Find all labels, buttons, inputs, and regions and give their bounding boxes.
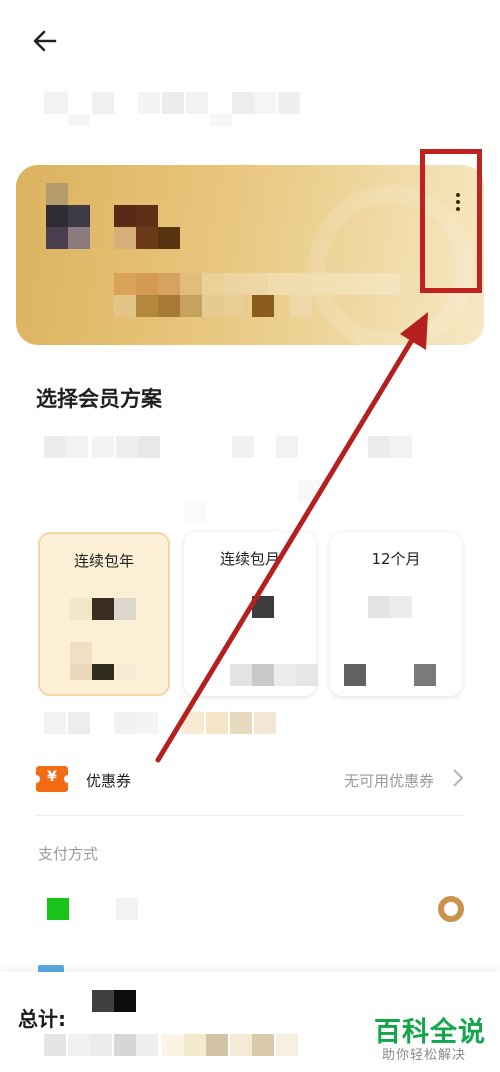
payment-title: 支付方式 [38, 845, 99, 863]
pixelated-price [70, 598, 150, 688]
pixelated-price [344, 596, 454, 686]
pixelated-header [0, 0, 500, 140]
plan-card-12months[interactable]: 12个月 [330, 532, 462, 696]
pixelated-footer-note [44, 1034, 304, 1058]
plan-card-monthly[interactable]: 连续包月 [184, 532, 318, 696]
highlight-box [420, 149, 482, 293]
member-card [16, 165, 484, 345]
wechat-pay-icon [47, 898, 69, 920]
pixelated-total-amount [92, 990, 138, 1012]
pixelated-avatar [44, 183, 92, 251]
plan-name: 连续包月 [219, 550, 280, 568]
radio-selected[interactable] [438, 896, 464, 922]
plan-name: 12个月 [371, 550, 421, 568]
pixelated-price [230, 596, 320, 686]
pixelated-payment-name [116, 898, 138, 920]
payment-option-wechat[interactable] [36, 886, 466, 932]
chevron-right-icon [452, 768, 464, 791]
total-label: 总计: [18, 1007, 66, 1031]
pixelated-subtitle [44, 436, 444, 526]
divider [36, 815, 464, 816]
coupon-label: 优惠券 [86, 772, 132, 790]
pixelated-username [114, 205, 194, 253]
plan-name: 连续包年 [73, 552, 134, 570]
coupon-status: 无可用优惠券 [344, 772, 435, 790]
pixelated-plan-note [44, 712, 284, 736]
section-title: 选择会员方案 [36, 387, 162, 411]
watermark-subtitle: 助你轻松解决 [382, 1048, 467, 1063]
yen-coupon-icon: ¥ [32, 766, 72, 792]
plan-card-yearly[interactable]: 连续包年 [38, 532, 170, 696]
